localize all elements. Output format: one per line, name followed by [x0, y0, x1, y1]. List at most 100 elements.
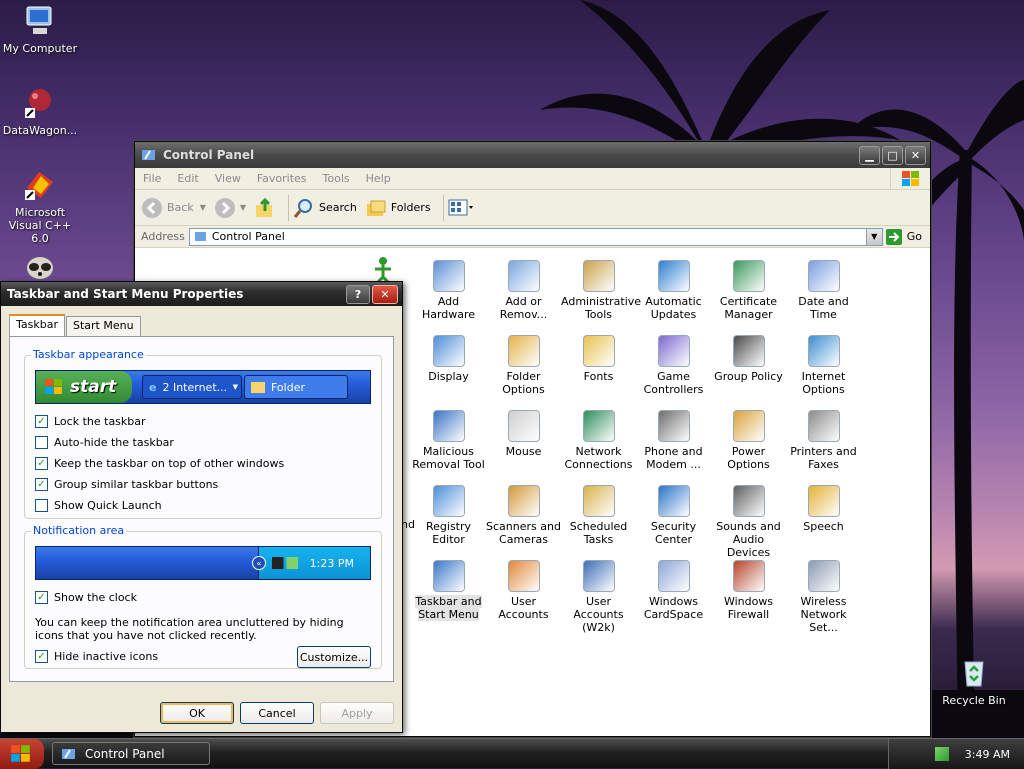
search-button[interactable]: Search [293, 197, 357, 219]
checkbox[interactable]: ✓ [35, 591, 48, 604]
group-title: Notification area [31, 524, 127, 537]
cp-item-network-connections[interactable]: Network Connections [561, 404, 636, 479]
dialog-titlebar[interactable]: Taskbar and Start Menu Properties ? ✕ [1, 282, 402, 306]
cp-item-icon [507, 485, 540, 517]
menu-bar: File Edit View Favorites Tools Help [135, 167, 930, 190]
cp-item-add-hardware[interactable]: Add Hardware [411, 254, 486, 329]
minimize-button[interactable]: ▁ [859, 145, 880, 165]
tab-taskbar[interactable]: Taskbar [9, 314, 65, 336]
cp-item-date-and-time[interactable]: Date and Time [786, 254, 861, 329]
back-button[interactable]: Back ▼ [141, 197, 206, 219]
cp-item-add-or-remov[interactable]: Add or Remov... [486, 254, 561, 329]
go-button[interactable]: Go [885, 228, 922, 246]
folders-button[interactable]: Folders [365, 197, 431, 219]
maximize-button[interactable]: □ [882, 145, 903, 165]
cp-item-label: Network Connections [564, 445, 633, 471]
clock[interactable]: 3:49 AM [965, 748, 1010, 761]
cp-item-label: Administrative Tools [561, 295, 642, 321]
cp-item-internet-options[interactable]: Internet Options [786, 329, 861, 404]
checkbox-label: Lock the taskbar [54, 415, 146, 428]
cp-item-malicious-removal-tool[interactable]: Malicious Removal Tool [411, 404, 486, 479]
cp-item-printers-and-faxes[interactable]: Printers and Faxes [786, 404, 861, 479]
go-label: Go [906, 230, 922, 243]
tab-start-menu[interactable]: Start Menu [66, 316, 141, 336]
dialog-close-button[interactable]: ✕ [372, 284, 398, 304]
cp-item-security-center[interactable]: Security Center [636, 479, 711, 554]
menu-edit[interactable]: Edit [177, 172, 198, 185]
cp-item-folder-options[interactable]: Folder Options [486, 329, 561, 404]
checkbox[interactable]: ✓ [35, 478, 48, 491]
desktop-icon-recycle-bin[interactable]: Recycle Bin [934, 656, 1014, 707]
cp-item-phone-and-modem[interactable]: Phone and Modem ... [636, 404, 711, 479]
cp-item-sounds-and-audio-devices[interactable]: Sounds and Audio Devices [711, 479, 786, 559]
cp-item-user-accounts-w2k[interactable]: User Accounts (W2k) [561, 554, 636, 634]
control-panel-icon [62, 748, 75, 759]
quick-launch-checkbox[interactable]: Show Quick Launch [35, 495, 284, 516]
cp-item-user-accounts[interactable]: User Accounts [486, 554, 561, 629]
desktop-icon-my-computer[interactable]: My Computer [0, 4, 80, 55]
cp-item-label: Windows CardSpace [643, 595, 704, 621]
help-button[interactable]: ? [346, 284, 370, 304]
cancel-button[interactable]: Cancel [240, 702, 314, 724]
cp-item-registry-editor[interactable]: Registry Editor [411, 479, 486, 554]
keep-on-top-checkbox[interactable]: ✓ Keep the taskbar on top of other window… [35, 453, 284, 474]
cp-item-game-controllers[interactable]: Game Controllers [636, 329, 711, 404]
window-title: Control Panel [163, 148, 255, 162]
address-dropdown-button[interactable]: ▼ [865, 228, 882, 245]
cp-item-scanners-and-cameras[interactable]: Scanners and Cameras [486, 479, 561, 554]
back-dropdown-icon[interactable]: ▼ [200, 203, 206, 212]
network-tray-icon[interactable] [934, 747, 949, 761]
cp-item-certificate-manager[interactable]: Certificate Manager [711, 254, 786, 329]
views-button[interactable] [448, 198, 474, 218]
cp-item-group-policy[interactable]: Group Policy [711, 329, 786, 404]
checkbox[interactable]: ✓ [35, 457, 48, 470]
cp-item-wireless-network-set[interactable]: Wireless Network Set... [786, 554, 861, 634]
cp-item-taskbar-and-start-menu[interactable]: Taskbar and Start Menu [411, 554, 486, 629]
cp-item-fonts[interactable]: Fonts [561, 329, 636, 404]
control-panel-titlebar[interactable]: Control Panel ▁ □ ✕ [135, 142, 930, 168]
menu-help[interactable]: Help [366, 172, 391, 185]
cp-item-icon [432, 485, 465, 517]
address-input[interactable]: Control Panel ▼ [188, 227, 883, 246]
cp-item-mouse[interactable]: Mouse [486, 404, 561, 479]
menu-favorites[interactable]: Favorites [257, 172, 307, 185]
notification-description: You can keep the notification area unclu… [35, 616, 344, 642]
preview-start-button: start [36, 371, 132, 403]
checkbox[interactable]: ✓ [35, 415, 48, 428]
group-dropdown-icon: ▼ [232, 383, 238, 391]
taskbar-button-control-panel[interactable]: Control Panel [52, 742, 210, 765]
checkbox[interactable] [35, 436, 48, 449]
cp-item-automatic-updates[interactable]: Automatic Updates [636, 254, 711, 329]
checkbox[interactable] [35, 499, 48, 512]
forward-button[interactable]: ▼ [214, 197, 246, 219]
customize-button[interactable]: Customize... [297, 646, 371, 668]
up-button[interactable] [254, 197, 276, 219]
hide-inactive-checkbox[interactable]: ✓ Hide inactive icons [35, 646, 158, 667]
apply-button[interactable]: Apply [320, 702, 394, 724]
menu-view[interactable]: View [215, 172, 241, 185]
ok-button[interactable]: OK [160, 702, 234, 724]
forward-dropdown-icon[interactable]: ▼ [240, 203, 246, 212]
auto-hide-checkbox[interactable]: Auto-hide the taskbar [35, 432, 284, 453]
cp-item-windows-cardspace[interactable]: Windows CardSpace [636, 554, 711, 629]
show-clock-checkbox[interactable]: ✓ Show the clock [35, 587, 137, 608]
desktop-icon-visual-cpp[interactable]: Microsoft Visual C++ 6.0 [0, 168, 80, 245]
menu-tools[interactable]: Tools [323, 172, 350, 185]
cp-item-label: Scheduled Tasks [569, 520, 628, 546]
desktop-icon-datawagon[interactable]: DataWagon... [0, 86, 80, 137]
cp-item-power-options[interactable]: Power Options [711, 404, 786, 479]
cp-item-scheduled-tasks[interactable]: Scheduled Tasks [561, 479, 636, 554]
cp-item-label: Game Controllers [643, 370, 704, 396]
lock-taskbar-checkbox[interactable]: ✓ Lock the taskbar [35, 411, 284, 432]
cp-item-display[interactable]: Display [411, 329, 486, 404]
checkbox[interactable]: ✓ [35, 650, 48, 663]
cp-item-windows-firewall[interactable]: Windows Firewall [711, 554, 786, 629]
cp-item-administrative-tools[interactable]: Administrative Tools [561, 254, 641, 329]
cp-item-speech[interactable]: Speech [786, 479, 861, 554]
cp-item-icon [657, 335, 690, 367]
close-button[interactable]: ✕ [905, 145, 926, 165]
group-buttons-checkbox[interactable]: ✓ Group similar taskbar buttons [35, 474, 284, 495]
menu-file[interactable]: File [143, 172, 161, 185]
start-button[interactable] [0, 739, 44, 769]
cp-item-icon [507, 260, 540, 292]
